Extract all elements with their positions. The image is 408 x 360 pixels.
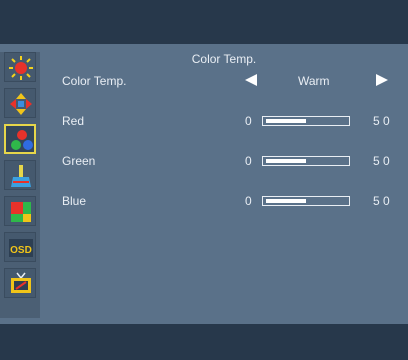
menu-setup-button[interactable] [4,268,36,298]
blue-value: 5 0 [373,194,390,208]
color-temp-value: Warm [298,74,330,88]
blue-label: Blue [62,194,87,208]
menu-icon-column: OSD [0,52,40,318]
brightness-icon [9,56,33,80]
menu-brightness-button[interactable] [4,52,36,82]
color-temp-label: Color Temp. [62,74,127,88]
red-slider-fill [266,119,306,123]
red-label: Red [62,114,85,128]
blue-min-value: 0 [245,194,252,208]
color-icon [11,130,33,150]
osd-window: OSD Color Temp. Color Temp. Warm Red 0 5… [0,0,408,360]
menu-color-boost-button[interactable] [4,196,36,226]
green-value: 5 0 [373,154,390,168]
osd-icon-text: OSD [10,245,32,256]
green-slider-fill [266,159,306,163]
menu-color-button[interactable] [4,124,36,154]
left-arrow-icon[interactable] [245,74,257,86]
position-icon [10,93,32,115]
green-slider[interactable] [262,156,350,166]
bottom-bar [0,324,408,360]
red-slider[interactable] [262,116,350,126]
menu-image-setup-button[interactable] [4,160,36,190]
osd-icon: OSD [9,239,33,257]
red-min-value: 0 [245,114,252,128]
green-min-value: 0 [245,154,252,168]
menu-position-button[interactable] [4,88,36,118]
blue-slider-fill [266,199,306,203]
menu-osd-button[interactable]: OSD [4,232,36,262]
image-setup-icon [11,165,31,187]
green-label: Green [62,154,96,168]
blue-slider[interactable] [262,196,350,206]
setup-icon [11,272,31,293]
panel-title: Color Temp. [191,52,257,66]
color-boost-icon [11,202,31,222]
red-value: 5 0 [373,114,390,128]
color-temp-panel: Color Temp. Color Temp. Warm Red 0 5 0 G… [40,52,408,318]
right-arrow-icon[interactable] [376,74,388,86]
top-bar [0,0,408,44]
